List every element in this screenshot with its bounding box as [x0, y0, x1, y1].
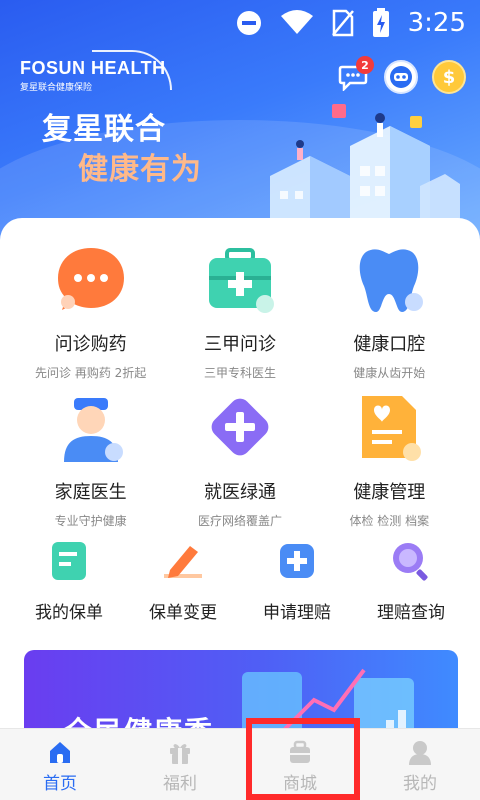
service-title: 就医绿通	[203, 482, 276, 503]
quick-action-label: 理赔查询	[377, 603, 445, 623]
assistant-button[interactable]	[384, 60, 418, 94]
logo-arc	[92, 50, 172, 90]
message-button[interactable]: 2	[336, 56, 374, 94]
brand-logo: FOSUN HEALTH 复星联合健康保险	[20, 50, 172, 93]
service-subtitle: 先问诊 再购药 2折起	[35, 366, 147, 380]
tab-benefits[interactable]: 福利	[120, 729, 240, 800]
quick-my-policy[interactable]: 我的保单	[13, 538, 125, 623]
services-grid: 问诊购药 先问诊 再购药 2折起 三甲问诊 三甲专科医生 健康口腔 健康从齿开始…	[0, 242, 480, 623]
services-row-top: 问诊购药 先问诊 再购药 2折起 三甲问诊 三甲专科医生 健康口腔 健康从齿开始	[0, 242, 480, 390]
service-title: 健康口腔	[353, 334, 426, 355]
service-title: 家庭医生	[54, 482, 127, 503]
service-dental[interactable]: 健康口腔 健康从齿开始	[316, 242, 462, 390]
hero-slogan-line1: 复星联合	[42, 112, 166, 147]
tooth-icon	[360, 249, 424, 312]
tab-home[interactable]: 首页	[0, 729, 120, 800]
header-actions: 2 $	[336, 56, 466, 94]
coin-icon: $	[442, 66, 456, 88]
service-green-channel[interactable]: 就医绿通 医疗网络覆盖广	[167, 390, 313, 538]
claim-search-icon	[393, 543, 428, 581]
service-subtitle: 三甲专科医生	[203, 366, 276, 380]
no-sim-icon	[331, 9, 354, 37]
service-title: 健康管理	[353, 482, 426, 503]
hero-slogan-line2: 健康有为	[78, 152, 202, 187]
shop-tab-highlight-box	[246, 718, 360, 800]
service-subtitle: 体检 检测 档案	[349, 514, 430, 528]
status-icons: 3:25	[236, 8, 466, 38]
quick-claim-apply[interactable]: 申请理赔	[241, 538, 353, 623]
home-icon	[50, 742, 70, 763]
service-consult-medicine[interactable]: 问诊购药 先问诊 再购药 2折起	[18, 242, 164, 390]
doctor-icon	[63, 398, 123, 462]
service-subtitle: 医疗网络覆盖广	[197, 514, 282, 528]
battery-charging-icon	[372, 8, 389, 37]
status-bar: 3:25	[0, 0, 480, 50]
edit-policy-icon	[164, 546, 202, 578]
do-not-disturb-icon	[236, 11, 261, 35]
profile-icon	[409, 741, 431, 765]
services-row-mid: 家庭医生 专业守护健康 就医绿通 医疗网络覆盖广 健康管理 体检 检测 档案	[0, 390, 480, 538]
bottom-tab-bar: 首页 福利 商城 我的	[0, 728, 480, 800]
message-badge: 2	[356, 56, 374, 74]
app-screen: 3:25 FOSUN HEALTH 复星联合健康保险 2 $ 复星联合 健康有为…	[0, 0, 480, 800]
coin-button[interactable]: $	[432, 60, 466, 94]
quick-claim-search[interactable]: 理赔查询	[355, 538, 467, 623]
service-subtitle: 专业守护健康	[54, 514, 127, 528]
quick-policy-change[interactable]: 保单变更	[127, 538, 239, 623]
service-subtitle: 健康从齿开始	[353, 366, 426, 380]
claim-apply-icon	[280, 544, 314, 578]
service-family-doctor[interactable]: 家庭医生 专业守护健康	[18, 390, 164, 538]
tab-label: 福利	[163, 774, 197, 794]
tab-profile[interactable]: 我的	[360, 729, 480, 800]
medical-kit-icon	[208, 248, 274, 313]
quick-action-label: 申请理赔	[263, 603, 331, 623]
service-health-management[interactable]: 健康管理 体检 检测 档案	[316, 390, 462, 538]
quick-action-label: 我的保单	[35, 603, 103, 623]
green-channel-icon	[211, 398, 269, 456]
chat-bubble-icon	[57, 248, 124, 310]
health-record-icon	[362, 396, 422, 461]
quick-actions-row: 我的保单 保单变更 申请理赔 理赔查询	[0, 538, 480, 623]
gift-icon	[170, 744, 190, 764]
policy-icon	[52, 542, 86, 580]
robot-assistant-icon	[390, 66, 412, 88]
tab-label: 首页	[43, 774, 77, 794]
tab-label: 我的	[403, 774, 437, 794]
status-time: 3:25	[407, 8, 466, 38]
service-title: 问诊购药	[54, 334, 127, 355]
service-top-hospital[interactable]: 三甲问诊 三甲专科医生	[167, 242, 313, 390]
wifi-icon	[280, 10, 313, 34]
service-title: 三甲问诊	[203, 334, 276, 355]
quick-action-label: 保单变更	[149, 603, 217, 623]
